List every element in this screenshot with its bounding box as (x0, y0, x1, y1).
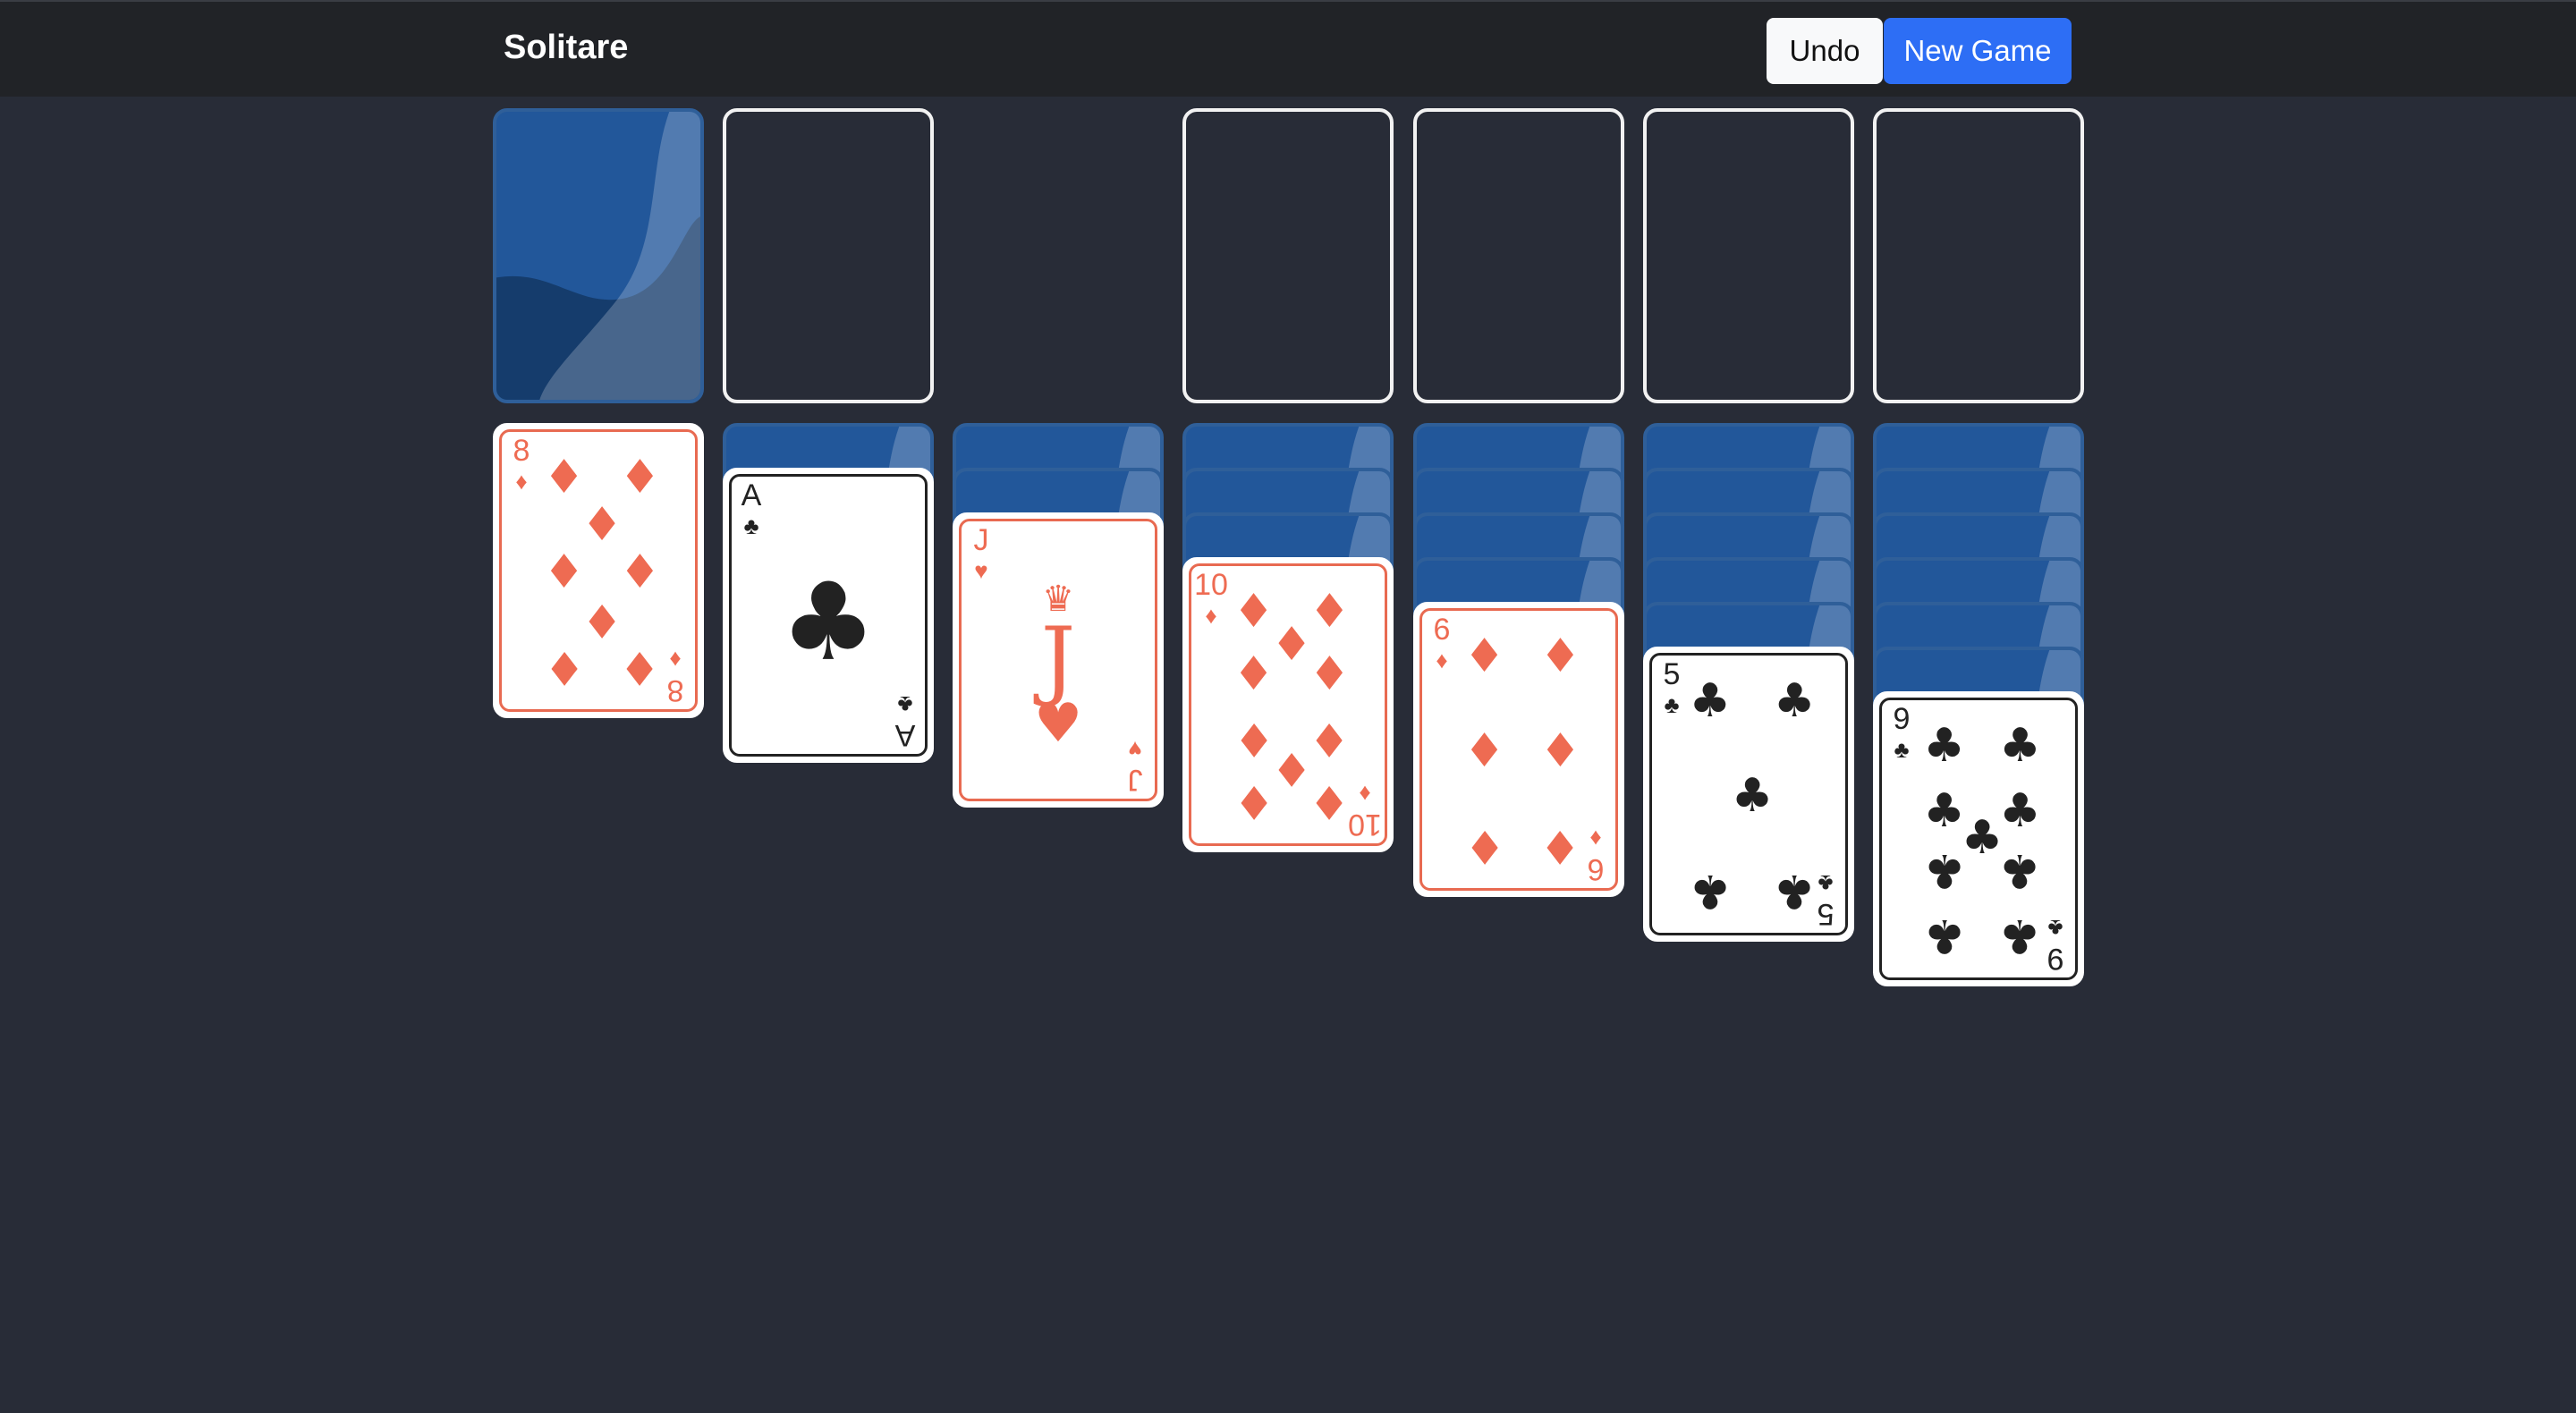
card-pip-icon: ♦ (619, 639, 661, 694)
card-pip-icon: ♦ (1463, 630, 1505, 684)
card-corner-index: 9 ♣ (1884, 704, 1919, 761)
card-pip-icon: ♣ (1999, 843, 2041, 897)
game-board: 8 ♦ 8 ♦ ♦ ♦ ♦ ♦ ♦ ♦ ♦ ♦ A ♣ A ♣ ♣ J ♥ J ♥ ♛ J ♥ 10 ♦ 10 ♦ ♦ ♦ ♦ ♦ ♦ ♦ ♦ ♦ ♦ ♦… (0, 0, 2576, 1413)
card-pip-icon: ♣ (1999, 719, 2041, 774)
card-pip-icon: ♦ (580, 498, 623, 553)
card-suit-icon: ♣ (1894, 736, 1910, 763)
card-pip-icon: ♦ (1539, 818, 1581, 873)
card-corner-index: A ♣ (733, 480, 769, 537)
card-pip-icon: ♦ (580, 592, 623, 647)
waste-pile[interactable] (723, 108, 934, 403)
card-suit-icon: ♣ (743, 512, 759, 539)
foundation-pile-4[interactable] (1873, 108, 2084, 403)
card-rank: 8 (513, 434, 530, 468)
card-corner-index: 6 ♦ (1424, 614, 1460, 672)
foundation-pile-3[interactable] (1643, 108, 1854, 403)
card-suit-icon: ♦ (515, 468, 528, 495)
card-pip-icon: ♦ (1463, 818, 1505, 873)
ace-pip-icon: ♣ (780, 561, 877, 685)
card-rank: J (1040, 609, 1076, 709)
card-pip-icon: ♦ (619, 546, 661, 599)
card-pip-icon: ♣ (1999, 908, 2041, 962)
card-pip-icon: ♦ (543, 451, 585, 505)
foundation-pile-1[interactable] (1182, 108, 1394, 403)
card-rank: J (1127, 763, 1143, 797)
card-rank: A (894, 718, 916, 752)
card-corner-index: J ♥ (963, 525, 999, 582)
card-pip-icon: ♣ (1923, 843, 1965, 897)
card-pip-icon: ♦ (1233, 647, 1275, 701)
card-pip-icon: ♣ (1731, 769, 1774, 823)
card-pip-icon: ♣ (1689, 674, 1732, 729)
card-pip-icon: ♣ (1923, 908, 1965, 962)
stock-pile[interactable] (493, 108, 704, 403)
card-corner-index: 8 ♦ (504, 436, 539, 493)
card-suit-icon: ♦ (1205, 602, 1217, 629)
card-pip-icon: ♦ (1539, 630, 1581, 684)
card-pip-icon: ♦ (1309, 647, 1351, 701)
card-pip-icon: ♣ (1773, 863, 1816, 918)
tableau-card-j[interactable]: J ♥ J ♥ ♛ J ♥ (953, 512, 1164, 808)
tableau-card-5[interactable]: 5 ♣ 5 ♣ ♣ ♣ ♣ ♣ ♣ (1643, 647, 1854, 942)
card-rank: A (741, 478, 762, 512)
foundation-pile-2[interactable] (1413, 108, 1624, 403)
card-pip-icon: ♦ (1463, 724, 1505, 778)
card-rank: J (973, 523, 989, 557)
tableau-card-10[interactable]: 10 ♦ 10 ♦ ♦ ♦ ♦ ♦ ♦ ♦ ♦ ♦ ♦ ♦ (1182, 557, 1394, 852)
heart-icon: ♥ (1034, 692, 1082, 755)
card-suit-icon: ♣ (897, 691, 913, 718)
card-corner-index: 10 ♦ (1193, 570, 1229, 627)
card-pip-icon: ♦ (543, 639, 585, 694)
card-rank: 10 (1194, 568, 1228, 602)
tableau-card-6[interactable]: 6 ♦ 6 ♦ ♦ ♦ ♦ ♦ ♦ ♦ (1413, 602, 1624, 897)
card-pip-icon: ♦ (1539, 724, 1581, 778)
tableau-card-a[interactable]: A ♣ A ♣ ♣ (723, 468, 934, 763)
card-rank: 6 (1433, 613, 1451, 647)
tableau-card-9[interactable]: 9 ♣ 9 ♣ ♣ ♣ ♣ ♣ ♣ ♣ ♣ ♣ ♣ (1873, 691, 2084, 986)
card-suit-icon: ♦ (1436, 647, 1448, 673)
card-pip-icon: ♦ (1309, 774, 1351, 828)
card-pip-icon: ♦ (619, 451, 661, 505)
tableau-card-8[interactable]: 8 ♦ 8 ♦ ♦ ♦ ♦ ♦ ♦ ♦ ♦ ♦ (493, 423, 704, 718)
jack-face-art: ♛ J ♥ (956, 579, 1160, 750)
card-rank: 9 (1893, 702, 1911, 736)
card-pip-icon: ♦ (1233, 774, 1275, 828)
card-pip-icon: ♣ (1773, 674, 1816, 729)
card-pip-icon: ♣ (1689, 863, 1732, 918)
card-pip-icon: ♦ (543, 546, 585, 599)
card-pip-icon: ♣ (1923, 719, 1965, 774)
card-corner-index: A ♣ (887, 691, 923, 752)
